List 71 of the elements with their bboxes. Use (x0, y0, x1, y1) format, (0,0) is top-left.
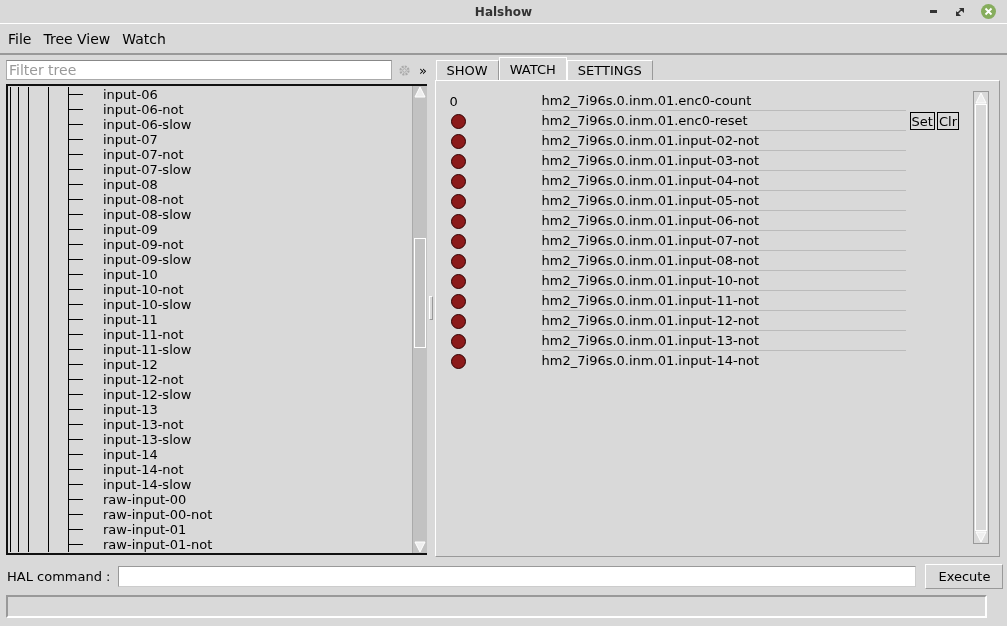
scrollbar[interactable] (411, 86, 427, 553)
scroll-thumb[interactable] (413, 238, 426, 348)
command-field[interactable] (118, 565, 917, 587)
tree-item[interactable]: input-12-not (103, 372, 184, 387)
tree-item[interactable]: input-11-slow (103, 342, 192, 357)
pin-name: hm2_7i96s.0.inm.01.input-05-not (541, 191, 906, 211)
settings-icon[interactable] (398, 63, 411, 77)
tree-item[interactable]: input-07 (103, 132, 158, 147)
pin-name: hm2_7i96s.0.inm.01.input-07-not (541, 231, 906, 251)
scrollbar[interactable] (973, 91, 989, 544)
tree-item[interactable]: raw-input-00 (103, 492, 187, 507)
pin-name: hm2_7i96s.0.inm.01.input-14-not (541, 352, 760, 370)
tree-item[interactable]: input-12 (103, 357, 158, 372)
tree-item[interactable]: input-11 (103, 312, 158, 327)
tree-item[interactable]: input-14 (103, 447, 158, 462)
tree-item[interactable]: raw-input-00-not (103, 507, 213, 522)
command-label: HAL command : (7, 568, 111, 584)
menu-item[interactable]: Watch (122, 30, 166, 47)
minimize-icon[interactable] (929, 9, 939, 14)
maximize-icon[interactable] (956, 7, 964, 16)
pin-button[interactable]: Set (909, 112, 935, 130)
pin-name: hm2_7i96s.0.inm.01.input-11-not (541, 291, 906, 311)
pin-name: hm2_7i96s.0.inm.01.enc0-count (541, 91, 906, 111)
menu-item[interactable]: File (8, 30, 32, 47)
pin-value: 0 (449, 93, 458, 109)
expand-button[interactable]: » (419, 62, 427, 78)
tab[interactable]: SHOW (435, 60, 499, 80)
window-title: Halshow (474, 4, 533, 19)
tree-item[interactable]: input-06-slow (103, 117, 192, 132)
tree-item[interactable]: input-07-slow (103, 162, 192, 177)
pin-button[interactable]: Clr (936, 112, 959, 130)
tree-item[interactable]: input-09-not (103, 237, 184, 252)
tree-item[interactable]: input-08-not (103, 192, 184, 207)
pin-name: hm2_7i96s.0.inm.01.input-08-not (541, 251, 906, 271)
tree-item[interactable]: input-10 (103, 267, 158, 282)
tree-item[interactable]: input-13-slow (103, 432, 192, 447)
pin-name: hm2_7i96s.0.inm.01.enc0-reset (541, 111, 906, 131)
tree-item[interactable]: input-08 (103, 177, 158, 192)
scroll-up-icon[interactable] (413, 86, 426, 98)
tree-item[interactable]: input-13 (103, 402, 158, 417)
tree-item[interactable]: input-06 (103, 87, 158, 102)
menu-item[interactable]: Tree View (43, 30, 111, 47)
tree-item[interactable]: input-09-slow (103, 252, 192, 267)
tree-item[interactable]: input-07-not (103, 147, 184, 162)
splitter-handle[interactable] (428, 296, 433, 320)
pin-name: hm2_7i96s.0.inm.01.input-10-not (541, 271, 906, 291)
pin-name: hm2_7i96s.0.inm.01.input-13-not (541, 331, 906, 351)
pin-name: hm2_7i96s.0.inm.01.input-12-not (541, 311, 906, 331)
tree-item[interactable]: input-12-slow (103, 387, 192, 402)
tree-item[interactable]: input-11-not (103, 327, 184, 342)
scroll-down-icon[interactable] (413, 541, 426, 553)
tree-item[interactable]: input-13-not (103, 417, 184, 432)
tree-item[interactable]: input-14-slow (103, 477, 192, 492)
pin-name: hm2_7i96s.0.inm.01.input-03-not (541, 151, 906, 171)
tree-item[interactable]: input-09 (103, 222, 158, 237)
tree-item[interactable]: input-06-not (103, 102, 184, 117)
tree-item[interactable]: raw-input-01 (103, 522, 187, 537)
close-icon[interactable] (981, 4, 996, 19)
tree-item[interactable]: input-14-not (103, 462, 184, 477)
tab[interactable]: WATCH (498, 57, 567, 80)
scroll-thumb[interactable] (975, 104, 987, 531)
tree-item[interactable]: raw-input-01-not (103, 537, 213, 552)
pin-name: hm2_7i96s.0.inm.01.input-02-not (541, 131, 906, 151)
pin-name: hm2_7i96s.0.inm.01.input-04-not (541, 171, 906, 191)
tree-item[interactable]: input-10-not (103, 282, 184, 297)
tree-item[interactable]: input-08-slow (103, 207, 192, 222)
pin-name: hm2_7i96s.0.inm.01.input-06-not (541, 211, 906, 231)
tab[interactable]: SETTINGS (566, 60, 653, 80)
tree-item[interactable]: input-10-slow (103, 297, 192, 312)
filter-field[interactable]: Filter tree (6, 60, 392, 80)
execute-button[interactable]: Execute (925, 563, 1004, 589)
